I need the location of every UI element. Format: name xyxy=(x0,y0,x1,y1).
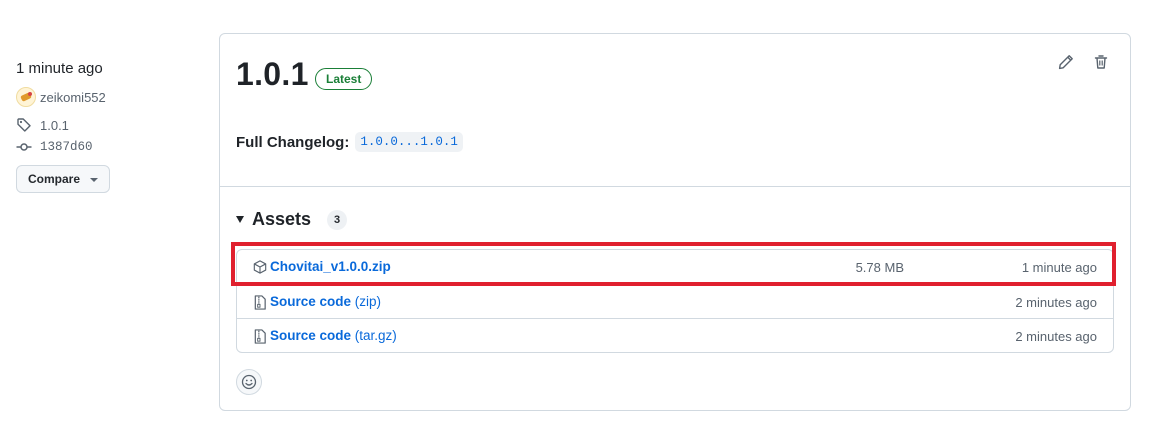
pencil-icon[interactable] xyxy=(1058,54,1074,70)
commit-icon xyxy=(16,143,32,151)
asset-link[interactable]: Chovitai_v1.0.0.zip xyxy=(270,259,391,274)
changelog: Full Changelog: 1.0.0...1.0.1 xyxy=(236,132,463,152)
divider xyxy=(220,186,1130,187)
changelog-link[interactable]: 1.0.0...1.0.1 xyxy=(355,132,463,152)
asset-date: 2 minutes ago xyxy=(1015,329,1097,344)
asset-link[interactable]: Source code (tar.gz) xyxy=(270,328,397,343)
file-zip-icon xyxy=(254,295,266,310)
assets-list: Chovitai_v1.0.0.zip 5.78 MB 1 minute ago… xyxy=(236,249,1114,353)
compare-label: Compare xyxy=(27,172,80,186)
latest-badge: Latest xyxy=(315,68,373,90)
add-reaction-button[interactable] xyxy=(236,369,262,395)
asset-size: 5.78 MB xyxy=(855,260,904,275)
asset-name[interactable]: Source code xyxy=(270,328,351,343)
author-name[interactable]: zeikomi552 xyxy=(40,90,106,105)
release-title[interactable]: 1.0.1 xyxy=(236,56,309,93)
tag-row[interactable]: 1.0.1 xyxy=(16,117,206,133)
asset-row: Source code (tar.gz) 2 minutes ago xyxy=(237,318,1113,352)
avatar[interactable] xyxy=(16,87,36,107)
trash-icon[interactable] xyxy=(1093,54,1109,70)
release-card: 1.0.1 Latest Full Changelog: 1.0.0...1.0… xyxy=(219,33,1131,411)
chevron-down-icon xyxy=(90,177,98,182)
changelog-label: Full Changelog: xyxy=(236,133,350,151)
commit-row[interactable]: 1387d60 xyxy=(16,139,206,155)
asset-row: Source code (zip) 2 minutes ago xyxy=(237,284,1113,318)
smiley-icon xyxy=(241,374,257,390)
release-time: 1 minute ago xyxy=(16,60,103,77)
tag-icon xyxy=(17,118,31,132)
asset-name[interactable]: Source code xyxy=(270,294,351,309)
asset-suffix[interactable]: (tar.gz) xyxy=(351,328,397,343)
author-row[interactable]: zeikomi552 xyxy=(16,87,206,107)
compare-button[interactable]: Compare xyxy=(16,165,110,193)
asset-date: 2 minutes ago xyxy=(1015,295,1097,310)
commit-hash[interactable]: 1387d60 xyxy=(40,140,93,154)
asset-link[interactable]: Source code (zip) xyxy=(270,294,381,309)
asset-name[interactable]: Chovitai_v1.0.0.zip xyxy=(270,259,391,274)
assets-count: 3 xyxy=(327,209,348,230)
asset-date: 1 minute ago xyxy=(1021,260,1097,275)
asset-row: Chovitai_v1.0.0.zip 5.78 MB 1 minute ago xyxy=(237,250,1113,284)
asset-suffix[interactable]: (zip) xyxy=(351,294,381,309)
assets-title[interactable]: Assets xyxy=(252,209,311,230)
release-sidebar: 1 minute ago zeikomi552 1.0.1 1387d60 Co… xyxy=(16,58,206,193)
tag-name[interactable]: 1.0.1 xyxy=(40,118,69,133)
assets-toggle[interactable]: Assets 3 xyxy=(236,209,348,230)
package-icon xyxy=(253,260,267,274)
triangle-down-icon xyxy=(236,216,244,223)
file-zip-icon xyxy=(254,329,266,344)
